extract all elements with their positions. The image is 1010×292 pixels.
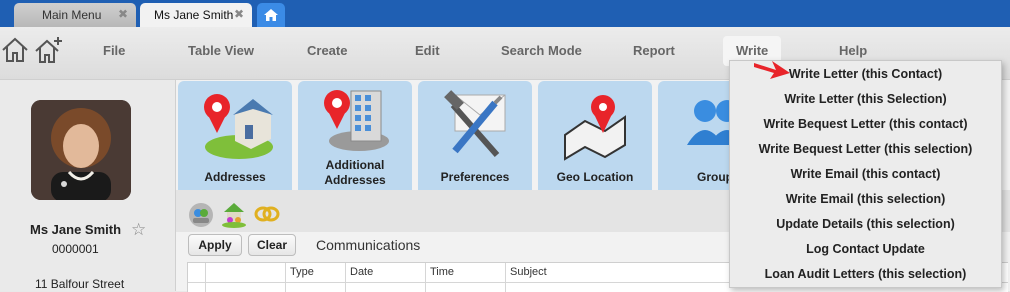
menu-search-mode[interactable]: Search Mode (501, 43, 582, 58)
home-tab[interactable] (257, 3, 285, 27)
tile-label-line1: Additional (325, 158, 385, 172)
building-pin-icon (324, 90, 389, 151)
map-pin-icon (564, 95, 626, 161)
menu-item-write-email-contact[interactable]: Write Email (this contact) (730, 162, 1001, 187)
menu-edit[interactable]: Edit (415, 43, 440, 58)
arrow-pointer-icon (754, 61, 790, 79)
tab-label: Ms Jane Smith (154, 8, 234, 22)
tile-label: Addresses (204, 170, 266, 184)
title-bar: Main Menu ✖ Ms Jane Smith ✖ (0, 0, 1010, 27)
tab-ms-jane-smith[interactable]: Ms Jane Smith ✖ (140, 3, 252, 27)
menu-item-update-details[interactable]: Update Details (this selection) (730, 212, 1001, 237)
clear-button[interactable]: Clear (248, 234, 296, 256)
avatar (31, 100, 131, 200)
menu-file[interactable]: File (103, 43, 125, 58)
contacts-icon[interactable] (188, 202, 214, 228)
home-outline-icon[interactable] (0, 35, 30, 65)
menu-create[interactable]: Create (307, 43, 347, 58)
menu-item-write-letter-selection[interactable]: Write Letter (this Selection) (730, 87, 1001, 112)
tab-label: Main Menu (42, 8, 102, 22)
tile-label: Preferences (440, 170, 510, 184)
menu-item-write-bequest-contact[interactable]: Write Bequest Letter (this contact) (730, 112, 1001, 137)
tile-label-line2: Addresses (324, 173, 386, 187)
home-add-icon[interactable] (34, 35, 64, 65)
write-dropdown-menu: Write Letter (this Contact) Write Letter… (729, 60, 1002, 288)
table-header-cell[interactable] (188, 263, 206, 292)
table-header-date[interactable]: Date (346, 263, 426, 292)
contact-name: Ms Jane Smith (30, 222, 122, 237)
close-icon[interactable]: ✖ (118, 7, 128, 21)
table-header-time[interactable]: Time (426, 263, 506, 292)
tile-preferences[interactable]: Preferences (418, 81, 532, 190)
home-icon (264, 9, 278, 21)
tile-additional-addresses[interactable]: Additional Addresses (298, 81, 412, 190)
star-icon[interactable]: ☆ (131, 220, 146, 240)
apply-button[interactable]: Apply (188, 234, 242, 256)
menu-help[interactable]: Help (839, 43, 867, 58)
table-header-type[interactable]: Type (286, 263, 346, 292)
close-icon[interactable]: ✖ (234, 7, 244, 21)
tile-addresses[interactable]: Addresses (178, 81, 292, 190)
section-title: Communications (316, 237, 421, 253)
menu-item-write-bequest-selection[interactable]: Write Bequest Letter (this selection) (730, 137, 1001, 162)
menu-item-log-contact-update[interactable]: Log Contact Update (730, 237, 1001, 262)
house-pin-icon (204, 94, 273, 159)
menu-report[interactable]: Report (633, 43, 675, 58)
menu-item-write-email-selection[interactable]: Write Email (this selection) (730, 187, 1001, 212)
tile-geo-location[interactable]: Geo Location (538, 81, 652, 190)
house-people-icon[interactable] (220, 200, 248, 228)
contact-address: 11 Balfour Street (35, 277, 125, 291)
tools-icon (444, 90, 506, 157)
link-icon[interactable] (254, 202, 280, 226)
menu-write[interactable]: Write (736, 43, 768, 58)
table-header-cell[interactable] (206, 263, 286, 292)
tile-label: Additional Addresses (298, 158, 412, 188)
menu-item-loan-audit-letters[interactable]: Loan Audit Letters (this selection) (730, 262, 1001, 287)
tab-main-menu[interactable]: Main Menu ✖ (14, 3, 136, 27)
contact-id: 0000001 (52, 242, 99, 256)
menu-table-view[interactable]: Table View (188, 43, 254, 58)
tile-label: Geo Location (556, 170, 634, 184)
contact-sidebar: Ms Jane Smith ☆ 0000001 11 Balfour Stree… (0, 80, 176, 291)
